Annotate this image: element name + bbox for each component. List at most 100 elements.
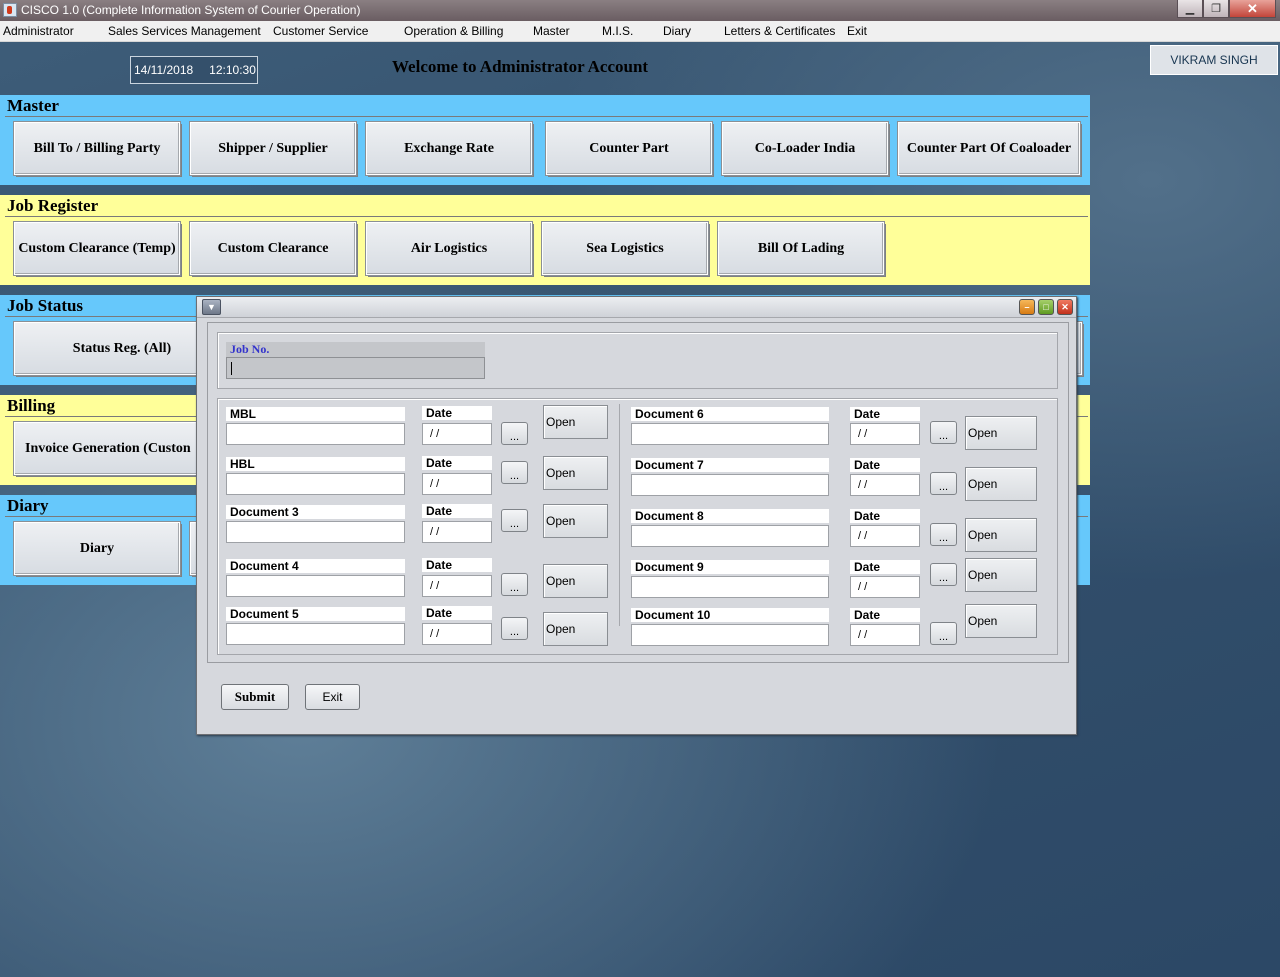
doc-input-document-10[interactable]: [631, 624, 829, 646]
documents-column-divider: [619, 404, 620, 626]
bill-of-lading-button[interactable]: Bill Of Lading: [717, 221, 885, 276]
menu-customer-service[interactable]: Customer Service: [273, 24, 368, 38]
open-button-mbl[interactable]: Open: [543, 405, 608, 439]
browse-button-document-10[interactable]: ...: [930, 622, 957, 645]
custom-clearance-button[interactable]: Custom Clearance: [189, 221, 357, 276]
doc-label-document-4: Document 4: [226, 559, 405, 573]
close-window-button[interactable]: ✕: [1229, 0, 1276, 18]
doc-input-document-7[interactable]: [631, 474, 829, 496]
dialog-close-button[interactable]: ✕: [1057, 299, 1073, 315]
logged-in-user: VIKRAM SINGH: [1150, 45, 1278, 75]
date-input-hbl[interactable]: / /: [422, 473, 492, 495]
diary-button[interactable]: Diary: [13, 521, 181, 576]
open-button-document-8[interactable]: Open: [965, 518, 1037, 552]
menu-administrator[interactable]: Administrator: [3, 24, 74, 38]
doc-input-document-4[interactable]: [226, 575, 405, 597]
doc-input-document-3[interactable]: [226, 521, 405, 543]
open-button-hbl[interactable]: Open: [543, 456, 608, 490]
doc-input-document-6[interactable]: [631, 423, 829, 445]
air-logistics-button[interactable]: Air Logistics: [365, 221, 533, 276]
menu-diary[interactable]: Diary: [663, 24, 691, 38]
counter-part-of-coaloader-button[interactable]: Counter Part Of Coaloader: [897, 121, 1081, 176]
doc-label-hbl: HBL: [226, 457, 405, 471]
menu-letters-certificates[interactable]: Letters & Certificates: [724, 24, 835, 38]
date-input-mbl[interactable]: / /: [422, 423, 492, 445]
minimize-window-button[interactable]: ▁: [1177, 0, 1203, 18]
browse-button-hbl[interactable]: ...: [501, 461, 528, 484]
doc-label-document-6: Document 6: [631, 407, 829, 421]
co-loader-india-button[interactable]: Co-Loader India: [721, 121, 889, 176]
sea-logistics-button[interactable]: Sea Logistics: [541, 221, 709, 276]
open-button-document-5[interactable]: Open: [543, 612, 608, 646]
date-label: Date: [422, 558, 492, 572]
date-label: Date: [850, 608, 920, 622]
doc-input-document-5[interactable]: [226, 623, 405, 645]
text-caret: [231, 362, 232, 375]
menu-exit[interactable]: Exit: [847, 24, 867, 38]
counter-part-button[interactable]: Counter Part: [545, 121, 713, 176]
doc-label-document-8: Document 8: [631, 509, 829, 523]
welcome-heading: Welcome to Administrator Account: [392, 57, 649, 76]
master-section: Master Bill To / Billing Party Shipper /…: [0, 95, 1090, 185]
section-title-diary: Diary: [7, 496, 49, 515]
menu-master[interactable]: Master: [533, 24, 570, 38]
date-label: Date: [422, 456, 492, 470]
date-time-display: 14/11/2018 12:10:30: [130, 56, 258, 84]
browse-button-mbl[interactable]: ...: [501, 422, 528, 445]
open-button-document-7[interactable]: Open: [965, 467, 1037, 501]
menu-operation-billing[interactable]: Operation & Billing: [404, 24, 503, 38]
dialog-maximize-button[interactable]: □: [1038, 299, 1054, 315]
doc-input-document-8[interactable]: [631, 525, 829, 547]
menu-mis[interactable]: M.I.S.: [602, 24, 633, 38]
date-input-document-7[interactable]: / /: [850, 474, 920, 496]
browse-button-document-8[interactable]: ...: [930, 523, 957, 546]
exchange-rate-button[interactable]: Exchange Rate: [365, 121, 533, 176]
doc-input-document-9[interactable]: [631, 576, 829, 598]
shipper-supplier-button[interactable]: Shipper / Supplier: [189, 121, 357, 176]
browse-button-document-5[interactable]: ...: [501, 617, 528, 640]
date-input-document-3[interactable]: / /: [422, 521, 492, 543]
doc-label-document-9: Document 9: [631, 560, 829, 574]
browse-button-document-9[interactable]: ...: [930, 563, 957, 586]
open-button-document-3[interactable]: Open: [543, 504, 608, 538]
menu-sales-services-management[interactable]: Sales Services Management: [108, 24, 261, 38]
doc-label-document-3: Document 3: [226, 505, 405, 519]
browse-button-document-3[interactable]: ...: [501, 509, 528, 532]
open-button-document-9[interactable]: Open: [965, 558, 1037, 592]
dialog-system-menu-icon[interactable]: ▼: [202, 299, 221, 315]
date-label: Date: [850, 509, 920, 523]
job-register-section: Job Register Custom Clearance (Temp) Cus…: [0, 195, 1090, 285]
open-button-document-6[interactable]: Open: [965, 416, 1037, 450]
java-app-icon: [3, 3, 17, 17]
job-no-input[interactable]: [226, 357, 485, 379]
date-input-document-10[interactable]: / /: [850, 624, 920, 646]
date-input-document-5[interactable]: / /: [422, 623, 492, 645]
date-input-document-8[interactable]: / /: [850, 525, 920, 547]
menu-bar: Administrator Sales Services Management …: [0, 21, 1280, 42]
date-label: Date: [850, 407, 920, 421]
section-title-job-register: Job Register: [7, 196, 99, 215]
date-label: Date: [422, 406, 492, 420]
doc-input-hbl[interactable]: [226, 473, 405, 495]
date-input-document-6[interactable]: / /: [850, 423, 920, 445]
section-divider: [5, 116, 1088, 117]
submit-button[interactable]: Submit: [221, 684, 289, 710]
date-input-document-9[interactable]: / /: [850, 576, 920, 598]
doc-input-mbl[interactable]: [226, 423, 405, 445]
date-label: Date: [422, 606, 492, 620]
exit-button[interactable]: Exit: [305, 684, 360, 710]
browse-button-document-6[interactable]: ...: [930, 421, 957, 444]
dialog-minimize-button[interactable]: –: [1019, 299, 1035, 315]
date-input-document-4[interactable]: / /: [422, 575, 492, 597]
current-time: 12:10:30: [209, 63, 256, 77]
browse-button-document-4[interactable]: ...: [501, 573, 528, 596]
open-button-document-10[interactable]: Open: [965, 604, 1037, 638]
browse-button-document-7[interactable]: ...: [930, 472, 957, 495]
window-title-bar: CISCO 1.0 (Complete Information System o…: [0, 0, 1280, 21]
custom-clearance-temp-button[interactable]: Custom Clearance (Temp): [13, 221, 181, 276]
bill-to-billing-party-button[interactable]: Bill To / Billing Party: [13, 121, 181, 176]
restore-window-button[interactable]: ❐: [1203, 0, 1229, 18]
doc-label-document-7: Document 7: [631, 458, 829, 472]
open-button-document-4[interactable]: Open: [543, 564, 608, 598]
section-title-job-status: Job Status: [7, 296, 84, 315]
